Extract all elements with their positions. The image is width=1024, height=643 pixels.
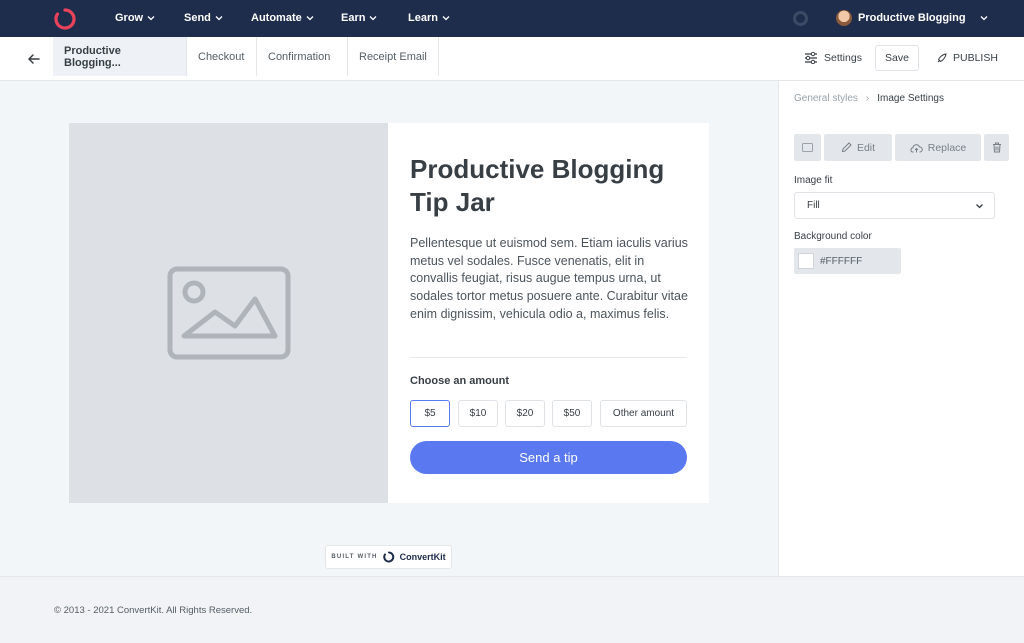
amount-option-10[interactable]: $10 xyxy=(458,400,498,427)
amount-option-5[interactable]: $5 xyxy=(410,400,450,427)
chevron-down-icon xyxy=(442,16,450,21)
save-button[interactable]: Save xyxy=(875,45,919,71)
tab-label: Receipt Email xyxy=(359,50,427,63)
chevron-down-icon xyxy=(976,204,983,209)
tab-confirmation[interactable]: Confirmation xyxy=(257,37,348,76)
background-color-label: Background color xyxy=(794,231,872,242)
chevron-down-icon xyxy=(147,16,155,21)
chevron-down-icon xyxy=(370,16,377,21)
nav-label: Grow xyxy=(115,12,144,24)
nav-label: Learn xyxy=(408,12,438,24)
nav-earn[interactable]: Earn xyxy=(341,12,377,24)
description-text: Pellentesque ut euismod sem. Etiam iacul… xyxy=(410,236,688,321)
breadcrumb-current: Image Settings xyxy=(877,93,944,104)
edit-label: Edit xyxy=(856,141,876,154)
background-color-input[interactable]: #FFFFFF xyxy=(794,248,901,274)
avatar xyxy=(836,10,852,26)
color-swatch[interactable] xyxy=(798,253,814,269)
chevron-down-icon xyxy=(215,16,223,21)
image-thumbnail-button[interactable] xyxy=(794,134,821,161)
nav-grow[interactable]: Grow xyxy=(115,12,155,24)
image-icon xyxy=(802,143,813,152)
chevron-down-icon xyxy=(306,16,314,21)
breadcrumb-general-styles[interactable]: General styles xyxy=(794,93,858,104)
tab-label: Checkout xyxy=(198,50,245,63)
page-title: Productive Blogging Tip Jar xyxy=(410,154,665,217)
breadcrumb-separator-icon: › xyxy=(865,93,870,104)
nav-automate[interactable]: Automate xyxy=(251,12,314,24)
nav-send[interactable]: Send xyxy=(184,12,223,24)
account-name: Productive Blogging xyxy=(858,12,966,24)
amount-label: Choose an amount xyxy=(410,375,510,387)
footer: © 2013 - 2021 ConvertKit. All Rights Res… xyxy=(0,576,1024,643)
nav-label: Automate xyxy=(251,12,302,24)
image-icon xyxy=(167,266,291,360)
image-fit-label: Image fit xyxy=(794,175,833,186)
delete-image-button[interactable] xyxy=(984,134,1009,161)
nav-label: Earn xyxy=(341,12,366,24)
settings-label: Settings xyxy=(824,52,862,64)
built-with-badge[interactable]: BUILT WITH ConvertKit xyxy=(325,545,452,569)
amount-option-other[interactable]: Other amount xyxy=(600,400,687,427)
loading-status-icon xyxy=(793,11,808,26)
trash-icon xyxy=(992,142,1001,153)
convertkit-logo-icon xyxy=(382,551,394,563)
cloud-upload-icon xyxy=(910,143,923,152)
breadcrumb: General styles › Image Settings xyxy=(794,93,944,104)
built-with-text: BUILT WITH xyxy=(331,554,378,560)
tab-label: Confirmation xyxy=(268,50,331,63)
image-fit-value: Fill xyxy=(807,200,820,211)
editor-tab-bar: Productive Blogging... Checkout Confirma… xyxy=(0,37,1024,81)
publish-label: PUBLISH xyxy=(953,52,998,64)
amount-option-20[interactable]: $20 xyxy=(505,400,545,427)
image-placeholder[interactable] xyxy=(69,123,388,503)
replace-label: Replace xyxy=(927,141,967,154)
nav-learn[interactable]: Learn xyxy=(408,12,450,24)
color-value: #FFFFFF xyxy=(820,255,863,267)
amount-option-50[interactable]: $50 xyxy=(552,400,592,427)
sliders-icon xyxy=(805,52,817,64)
settings-panel: General styles › Image Settings Edit Rep… xyxy=(778,81,1024,576)
chevron-down-icon xyxy=(980,16,988,21)
publish-button[interactable]: PUBLISH xyxy=(936,52,998,64)
edit-image-button[interactable]: Edit xyxy=(824,134,892,161)
pencil-icon xyxy=(841,142,852,153)
tab-checkout[interactable]: Checkout xyxy=(187,37,257,76)
convertkit-logo-icon[interactable] xyxy=(54,8,76,30)
back-arrow-icon[interactable] xyxy=(26,51,42,67)
settings-button[interactable]: Settings xyxy=(804,52,862,64)
top-navigation: Grow Send Automate Earn Learn Productive… xyxy=(0,0,1024,37)
replace-image-button[interactable]: Replace xyxy=(895,134,981,161)
tab-label: Productive Blogging... xyxy=(64,44,121,69)
image-fit-select[interactable]: Fill xyxy=(794,192,995,219)
tip-jar-card: Productive Blogging Tip Jar Pellentesque… xyxy=(69,123,709,503)
divider xyxy=(410,357,687,358)
account-menu[interactable]: Productive Blogging xyxy=(836,10,988,26)
send-tip-button[interactable]: Send a tip xyxy=(410,441,687,474)
brand-name: ConvertKit xyxy=(399,552,446,562)
rocket-icon xyxy=(937,52,947,62)
tab-landing-page[interactable]: Productive Blogging... xyxy=(53,37,187,76)
tab-receipt-email[interactable]: Receipt Email xyxy=(348,37,439,76)
copyright-text: © 2013 - 2021 ConvertKit. All Rights Res… xyxy=(54,605,253,616)
nav-label: Send xyxy=(184,12,211,24)
